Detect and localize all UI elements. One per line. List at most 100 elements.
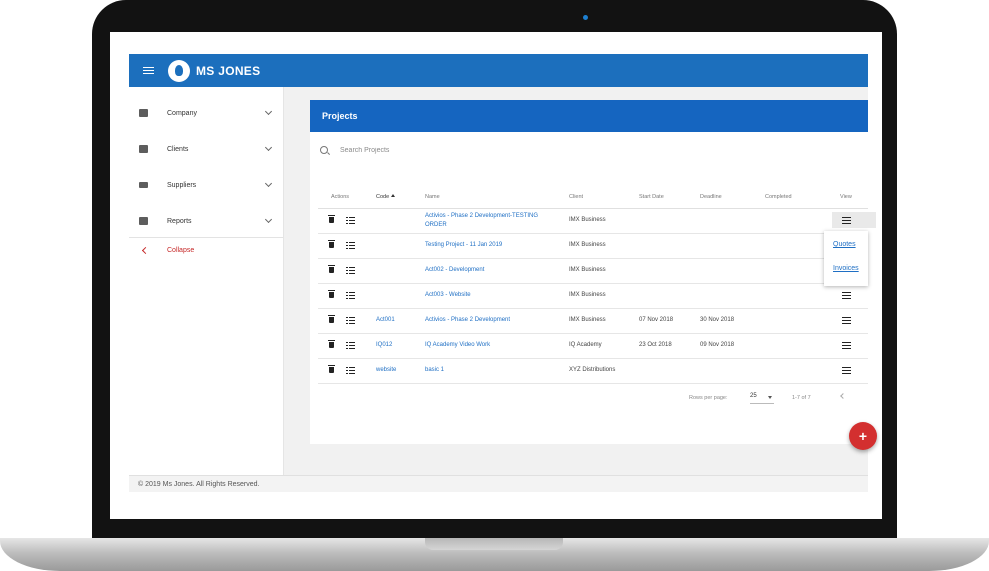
- column-header-start-date[interactable]: Start Date: [639, 194, 664, 200]
- details-list-icon[interactable]: [346, 267, 355, 275]
- cell-completed: [765, 233, 825, 258]
- cell-name[interactable]: Testing Project - 11 Jan 2019: [425, 233, 560, 258]
- cell-start: [639, 258, 689, 283]
- cell-code[interactable]: Act001: [376, 308, 421, 333]
- cell-name[interactable]: Act003 - Website: [425, 283, 560, 308]
- rows-per-page-select[interactable]: 25: [750, 393, 774, 404]
- details-list-icon[interactable]: [346, 242, 355, 250]
- view-menu-quotes[interactable]: Quotes: [833, 241, 856, 248]
- details-list-icon[interactable]: [346, 342, 355, 350]
- rows-per-page-label: Rows per page:: [689, 395, 728, 401]
- app-title: MS JONES: [196, 63, 261, 78]
- column-header-client[interactable]: Client: [569, 194, 583, 200]
- hamburger-menu-icon[interactable]: [143, 66, 154, 75]
- previous-page-icon[interactable]: [840, 393, 846, 399]
- cell-code[interactable]: [376, 258, 421, 283]
- view-menu-icon[interactable]: [842, 292, 851, 300]
- contact-card-icon: [139, 145, 148, 153]
- column-header-name[interactable]: Name: [425, 194, 440, 200]
- add-project-button[interactable]: +: [849, 422, 877, 450]
- view-menu: Quotes Invoices: [824, 231, 868, 286]
- sidebar-item-label: Suppliers: [167, 181, 197, 189]
- sidebar-item-label: Company: [167, 109, 197, 117]
- column-header-deadline[interactable]: Deadline: [700, 194, 722, 200]
- cell-completed: [765, 333, 825, 358]
- cell-start: [639, 283, 689, 308]
- table-row: Testing Project - 11 Jan 2019 IMX Busines…: [318, 233, 868, 259]
- cell-deadline: [700, 283, 755, 308]
- view-menu-invoices[interactable]: Invoices: [833, 265, 859, 272]
- view-menu-icon[interactable]: [842, 317, 851, 325]
- table-row: website basic 1 XYZ Distributions: [318, 358, 868, 384]
- cell-code[interactable]: website: [376, 358, 421, 383]
- delete-icon[interactable]: [328, 265, 335, 273]
- details-list-icon[interactable]: [346, 317, 355, 325]
- logo-icon: [168, 59, 190, 82]
- delete-icon[interactable]: [328, 290, 335, 298]
- cell-start: 07 Nov 2018: [639, 317, 674, 324]
- sidebar-item-clients[interactable]: Clients: [129, 131, 283, 167]
- cell-name[interactable]: basic 1: [425, 358, 560, 383]
- delete-icon[interactable]: [328, 315, 335, 323]
- sidebar-item-reports[interactable]: Reports: [129, 203, 283, 239]
- column-header-actions: Actions: [331, 194, 350, 200]
- view-menu-icon[interactable]: [842, 367, 851, 375]
- cell-client: IQ Academy: [569, 342, 602, 349]
- search-input[interactable]: [340, 146, 540, 154]
- cell-completed: [765, 208, 825, 233]
- cell-client: XYZ Distributions: [569, 367, 616, 374]
- cell-deadline: [700, 358, 755, 383]
- cell-completed: [765, 258, 825, 283]
- cell-name[interactable]: Activios - Phase 2 Development-TESTING O…: [425, 208, 560, 233]
- view-menu-icon[interactable]: [842, 217, 851, 225]
- cell-code[interactable]: IQ012: [376, 333, 421, 358]
- chevron-down-icon: [264, 143, 273, 152]
- details-list-icon[interactable]: [346, 292, 355, 300]
- laptop-notch: [425, 538, 563, 550]
- collapse-button[interactable]: Collapse: [129, 240, 194, 260]
- delete-icon[interactable]: [328, 340, 335, 348]
- column-header-view: View: [840, 194, 852, 200]
- cell-client: IMX Business: [569, 317, 606, 324]
- table-header: Actions Code Name Client Start Date Dead…: [318, 184, 868, 209]
- collapse-label: Collapse: [167, 246, 195, 254]
- delete-icon[interactable]: [328, 365, 335, 373]
- table-row: IQ012 IQ Academy Video Work IQ Academy 23 O…: [318, 333, 868, 359]
- column-header-code-label: Code: [376, 194, 390, 200]
- sidebar: Company Clients Suppliers Reports Collap…: [129, 87, 284, 475]
- table-row: Act002 - Development IMX Business: [318, 258, 868, 284]
- truck-icon: [139, 182, 148, 188]
- cell-code[interactable]: [376, 208, 421, 233]
- projects-header: Projects: [310, 100, 868, 132]
- cell-client: IMX Business: [569, 267, 606, 274]
- copyright-text: © 2019 Ms Jones. All Rights Reserved.: [138, 480, 260, 488]
- pagination: Rows per page: 25 1-7 of 7: [310, 390, 868, 406]
- cell-client: IMX Business: [569, 217, 606, 224]
- cell-code[interactable]: [376, 283, 421, 308]
- table-row: Act001 Activios - Phase 2 Development IMX …: [318, 308, 868, 334]
- details-list-icon[interactable]: [346, 367, 355, 375]
- screen: MS JONES Company Clients Suppliers Repor…: [110, 32, 882, 519]
- building-icon: [139, 109, 148, 117]
- chevron-down-icon: [264, 107, 273, 116]
- cell-name[interactable]: Act002 - Development: [425, 258, 560, 283]
- sidebar-item-suppliers[interactable]: Suppliers: [129, 167, 283, 203]
- delete-icon[interactable]: [328, 215, 335, 223]
- pagination-range: 1-7 of 7: [792, 395, 811, 401]
- chevron-left-icon: [141, 246, 150, 254]
- page-title: Projects: [322, 111, 358, 121]
- projects-card: Projects Actions Code Name Client Start …: [310, 100, 876, 444]
- caret-down-icon: [768, 396, 772, 399]
- cell-deadline: 09 Nov 2018: [700, 342, 735, 349]
- details-list-icon[interactable]: [346, 217, 355, 225]
- cell-name[interactable]: Activios - Phase 2 Development: [425, 308, 560, 333]
- cell-name[interactable]: IQ Academy Video Work: [425, 333, 560, 358]
- delete-icon[interactable]: [328, 240, 335, 248]
- cell-deadline: [700, 233, 755, 258]
- cell-completed: [765, 308, 825, 333]
- cell-code[interactable]: [376, 233, 421, 258]
- column-header-code[interactable]: Code: [376, 194, 396, 200]
- sidebar-item-company[interactable]: Company: [129, 95, 283, 131]
- view-menu-icon[interactable]: [842, 342, 851, 350]
- column-header-completed[interactable]: Completed: [765, 194, 792, 200]
